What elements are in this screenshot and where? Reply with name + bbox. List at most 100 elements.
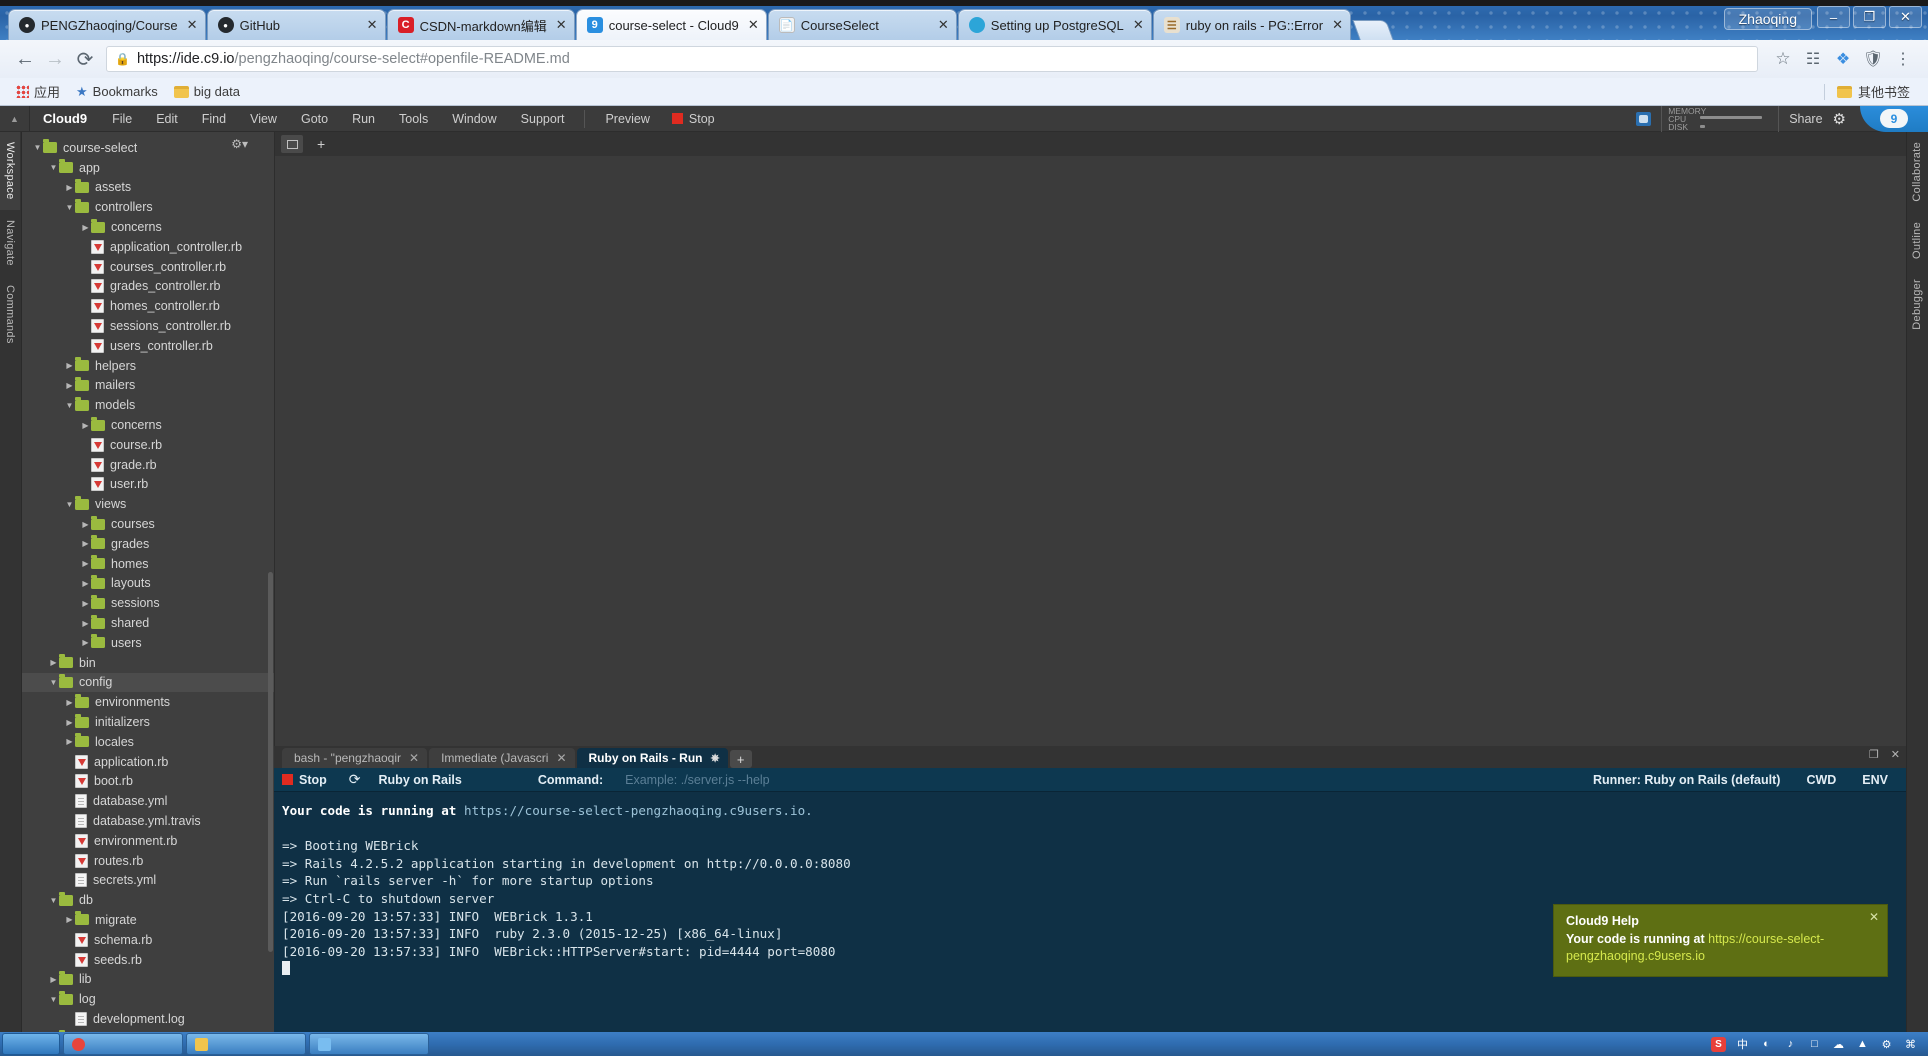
rail-item-debugger[interactable]: Debugger xyxy=(1907,269,1927,340)
tree-folder-row[interactable]: users xyxy=(22,633,274,653)
tree-folder-row[interactable]: homes xyxy=(22,554,274,574)
tree-folder-row[interactable]: controllers xyxy=(22,197,274,217)
menu-tools[interactable]: Tools xyxy=(387,112,440,126)
chevron-right-icon[interactable] xyxy=(64,915,75,924)
rail-item-collaborate[interactable]: Collaborate xyxy=(1907,132,1927,212)
tray-icon-1[interactable]: ◐ xyxy=(1759,1037,1774,1052)
tray-icon-2[interactable]: ♪ xyxy=(1783,1037,1798,1052)
chevron-right-icon[interactable] xyxy=(48,975,59,984)
menu-run[interactable]: Run xyxy=(340,112,387,126)
tree-folder-row[interactable]: assets xyxy=(22,178,274,198)
tray-icon-7[interactable]: ⌘ xyxy=(1903,1037,1918,1052)
tree-file-row[interactable]: database.yml xyxy=(22,791,274,811)
lastpass-icon[interactable]: ☷ xyxy=(1798,44,1828,74)
new-tab-button[interactable] xyxy=(1352,20,1394,40)
menu-file[interactable]: File xyxy=(100,112,144,126)
chevron-right-icon[interactable] xyxy=(80,638,91,647)
chevron-down-icon[interactable] xyxy=(48,995,59,1004)
tree-file-row[interactable]: course.rb xyxy=(22,435,274,455)
menu-view[interactable]: View xyxy=(238,112,289,126)
menu-find[interactable]: Find xyxy=(190,112,238,126)
tree-file-row[interactable]: environment.rb xyxy=(22,831,274,851)
tree-folder-row[interactable]: migrate xyxy=(22,910,274,930)
tree-folder-row[interactable]: initializers xyxy=(22,712,274,732)
menu-goto[interactable]: Goto xyxy=(289,112,340,126)
tree-file-row[interactable]: grades_controller.rb xyxy=(22,277,274,297)
chevron-right-icon[interactable] xyxy=(64,381,75,390)
browser-tab[interactable]: C CSDN-markdown编辑 ✕ xyxy=(386,9,575,40)
chevron-right-icon[interactable] xyxy=(80,539,91,548)
close-icon[interactable]: ✕ xyxy=(409,751,419,765)
tree-folder-row[interactable]: config xyxy=(22,672,274,693)
chevron-right-icon[interactable] xyxy=(48,658,59,667)
rail-item-workspace[interactable]: Workspace xyxy=(0,132,20,210)
window-maximize-button[interactable]: ❐ xyxy=(1853,6,1886,28)
close-icon[interactable]: ✕ xyxy=(1869,909,1879,926)
window-minimize-button[interactable]: – xyxy=(1817,6,1850,28)
tree-folder-row[interactable]: db xyxy=(22,890,274,910)
address-bar[interactable]: 🔒 https://ide.c9.io/pengzhaoqing/course-… xyxy=(106,46,1758,72)
chevron-right-icon[interactable] xyxy=(64,183,75,192)
chevron-right-icon[interactable] xyxy=(80,559,91,568)
tree-file-row[interactable]: routes.rb xyxy=(22,851,274,871)
tree-file-row[interactable]: secrets.yml xyxy=(22,870,274,890)
tree-folder-row[interactable]: courses xyxy=(22,514,274,534)
chevron-right-icon[interactable] xyxy=(80,599,91,608)
tree-folder-row[interactable]: sessions xyxy=(22,593,274,613)
file-tree[interactable]: ⚙▾ course-select app assets controllers conc… xyxy=(22,132,274,1032)
tree-file-row[interactable]: schema.rb xyxy=(22,930,274,950)
file-tree-scrollbar[interactable] xyxy=(268,572,273,952)
start-button[interactable] xyxy=(2,1033,60,1055)
tree-file-row[interactable]: courses_controller.rb xyxy=(22,257,274,277)
tree-folder-row[interactable]: mailers xyxy=(22,376,274,396)
chevron-right-icon[interactable] xyxy=(80,579,91,588)
forward-button[interactable]: → xyxy=(40,44,70,74)
bug-icon[interactable] xyxy=(1625,106,1661,132)
ime-mode-icon[interactable]: 中 xyxy=(1735,1037,1750,1052)
browser-tab[interactable]: 📄 CourseSelect ✕ xyxy=(767,9,957,40)
tree-file-row[interactable]: seeds.rb xyxy=(22,950,274,970)
chevron-down-icon[interactable] xyxy=(64,500,75,509)
close-icon[interactable]: ✕ xyxy=(555,17,568,33)
tree-file-row[interactable]: users_controller.rb xyxy=(22,336,274,356)
tree-file-row[interactable]: development.log xyxy=(22,1009,274,1029)
tray-icon-6[interactable]: ⚙ xyxy=(1879,1037,1894,1052)
close-icon[interactable]: ✕ xyxy=(186,17,199,33)
tree-folder-row[interactable]: grades xyxy=(22,534,274,554)
rail-item-outline[interactable]: Outline xyxy=(1907,212,1927,269)
pane-icon[interactable] xyxy=(281,135,303,153)
window-close-button[interactable]: ✕ xyxy=(1889,6,1922,28)
dropbox-icon[interactable]: ❖ xyxy=(1828,44,1858,74)
close-icon[interactable]: ✕ xyxy=(747,17,760,33)
chevron-right-icon[interactable] xyxy=(64,361,75,370)
browser-tab[interactable]: ☰ ruby on rails - PG::Error ✕ xyxy=(1152,9,1352,40)
chevron-right-icon[interactable] xyxy=(80,619,91,628)
tree-folder-row[interactable]: concerns xyxy=(22,415,274,435)
back-button[interactable]: ← xyxy=(10,44,40,74)
tree-file-row[interactable]: grade.rb xyxy=(22,455,274,475)
chevron-right-icon[interactable] xyxy=(80,223,91,232)
close-icon[interactable]: ✕ xyxy=(1132,17,1145,33)
tree-folder-row[interactable]: locales xyxy=(22,732,274,752)
menu-edit[interactable]: Edit xyxy=(144,112,190,126)
chevron-down-icon[interactable] xyxy=(32,143,43,152)
window-user-label[interactable]: Zhaoqing xyxy=(1723,8,1812,30)
bookmark-big-data[interactable]: big data xyxy=(166,82,248,101)
tray-icon-3[interactable]: □ xyxy=(1807,1037,1822,1052)
console-tab-bash[interactable]: bash - "pengzhaoqir ✕ xyxy=(282,748,428,768)
gear-icon[interactable]: ⚙ xyxy=(1833,110,1860,128)
console-env-button[interactable]: ENV xyxy=(1862,773,1888,787)
tree-folder-row[interactable]: models xyxy=(22,395,274,415)
chevron-right-icon[interactable] xyxy=(80,421,91,430)
editor-add-tab-button[interactable]: + xyxy=(317,136,325,152)
preview-button[interactable]: Preview xyxy=(593,112,661,126)
close-icon[interactable]: ✕ xyxy=(556,751,566,765)
browser-tab-active[interactable]: 9 course-select - Cloud9 ✕ xyxy=(575,9,767,40)
gear-icon[interactable]: ⚙▾ xyxy=(231,137,248,151)
close-icon[interactable]: ✕ xyxy=(937,17,950,33)
chevron-down-icon[interactable] xyxy=(64,203,75,212)
shield-icon[interactable]: 🛡 xyxy=(1858,44,1888,74)
collapse-icon[interactable]: ▲ xyxy=(0,105,30,132)
menu-window[interactable]: Window xyxy=(440,112,508,126)
console-stop-button[interactable]: Stop xyxy=(282,773,327,787)
